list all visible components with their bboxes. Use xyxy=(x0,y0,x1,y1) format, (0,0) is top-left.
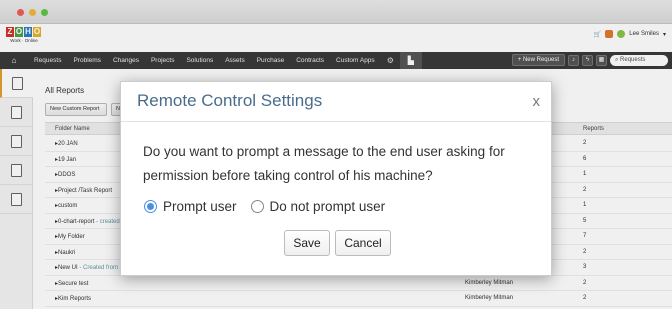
dialog-message-line-1: Do you want to prompt a message to the e… xyxy=(143,144,505,159)
dialog-title: Remote Control Settings xyxy=(137,91,323,110)
close-icon[interactable]: x xyxy=(533,94,541,109)
remote-control-settings-dialog: Remote Control Settings x Do you want to… xyxy=(120,81,552,276)
prompt-user-radio[interactable] xyxy=(144,200,157,213)
dialog-message-line-2: permission before taking control of his … xyxy=(143,168,433,183)
save-button[interactable]: Save xyxy=(284,230,330,256)
dialog-message: Do you want to prompt a message to the e… xyxy=(143,140,543,188)
do-not-prompt-user-label[interactable]: Do not prompt user xyxy=(270,199,386,214)
prompt-user-label[interactable]: Prompt user xyxy=(163,199,237,214)
do-not-prompt-user-radio[interactable] xyxy=(250,200,264,213)
dialog-divider xyxy=(121,121,551,122)
cancel-button[interactable]: Cancel xyxy=(335,230,391,256)
prompt-option-group: Prompt user Do not prompt user xyxy=(144,199,399,214)
